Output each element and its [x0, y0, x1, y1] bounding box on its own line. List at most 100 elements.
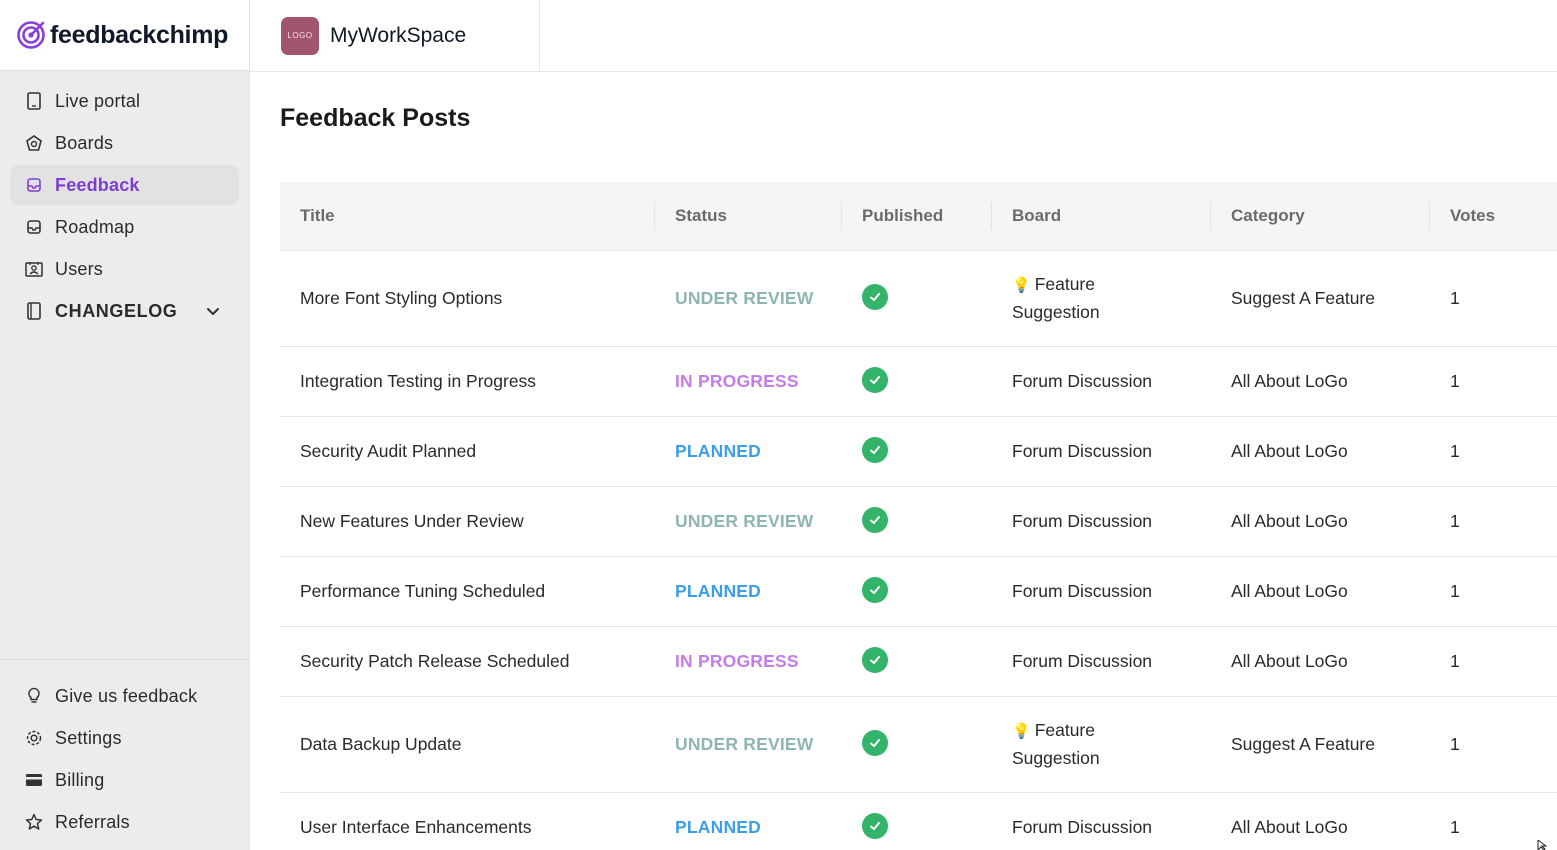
sidebar-item-referrals[interactable]: Referrals [10, 802, 239, 842]
roadmap-icon [25, 218, 43, 236]
sidebar-item-users[interactable]: Users [10, 249, 239, 289]
workspace-name: MyWorkSpace [330, 23, 467, 47]
board-cell: Forum Discussion [992, 485, 1211, 556]
category-cell: Suggest A Feature [1211, 695, 1430, 792]
post-title[interactable]: New Features Under Review [280, 485, 655, 556]
column-header-board[interactable]: Board [992, 182, 1211, 250]
published-cell [842, 625, 992, 696]
sidebar-item-label: Settings [55, 727, 122, 748]
boards-icon [25, 134, 43, 152]
column-header-votes[interactable]: Votes [1430, 182, 1557, 250]
sidebar-item-billing[interactable]: Billing [10, 760, 239, 800]
users-icon [25, 260, 43, 278]
table-row[interactable]: Integration Testing in Progress IN PROGRE… [280, 345, 1557, 416]
column-header-title[interactable]: Title [280, 182, 655, 250]
sidebar-item-settings[interactable]: Settings [10, 718, 239, 758]
published-cell [842, 345, 992, 416]
column-header-published[interactable]: Published [842, 182, 992, 250]
chevron-down-icon[interactable] [205, 303, 221, 319]
table-row[interactable]: Data Backup Update UNDER REVIEW 💡 Feature Su… [280, 695, 1557, 792]
post-title[interactable]: Security Patch Release Scheduled [280, 625, 655, 696]
post-title[interactable]: Performance Tuning Scheduled [280, 555, 655, 626]
sidebar-item-label: Live portal [55, 90, 141, 111]
table-row[interactable]: Security Audit Planned PLANNED Forum Discu… [280, 415, 1557, 486]
gear-icon [25, 729, 43, 747]
published-check-icon [862, 506, 888, 533]
column-header-status[interactable]: Status [655, 182, 842, 250]
published-cell [842, 249, 992, 346]
sidebar-item-give-feedback[interactable]: Give us feedback [10, 676, 239, 716]
sidebar-item-roadmap[interactable]: Roadmap [10, 207, 239, 247]
votes-cell: 1 [1430, 695, 1557, 792]
star-icon [25, 813, 43, 831]
sidebar-item-boards[interactable]: Boards [10, 123, 239, 163]
post-title[interactable]: Integration Testing in Progress [280, 345, 655, 416]
sidebar-item-label: Users [55, 258, 104, 279]
published-check-icon [862, 366, 888, 393]
lightbulb-emoji-icon: 💡 [1012, 722, 1031, 740]
status-badge: IN PROGRESS [655, 625, 842, 696]
published-check-icon [862, 436, 888, 463]
feedback-table: Title Status Published Board Category Vo… [280, 182, 1557, 850]
status-badge: PLANNED [655, 791, 842, 850]
board-cell: 💡 Feature Suggestion [992, 695, 1211, 792]
workspace-switcher[interactable]: LOGO MyWorkSpace [250, 0, 540, 71]
sidebar-item-live-portal[interactable]: Live portal [10, 81, 239, 121]
published-check-icon [862, 576, 888, 603]
board-cell: Forum Discussion [992, 625, 1211, 696]
board-cell: Forum Discussion [992, 415, 1211, 486]
published-check-icon [862, 729, 888, 756]
sidebar-item-label: Feedback [55, 174, 140, 195]
published-cell [842, 695, 992, 792]
status-badge: PLANNED [655, 555, 842, 626]
category-cell: All About LoGo [1211, 625, 1430, 696]
card-icon [25, 771, 43, 789]
table-row[interactable]: User Interface Enhancements PLANNED Forum … [280, 791, 1557, 850]
sidebar-bottom-nav: Give us feedback Settings Billing Referr… [0, 659, 249, 850]
sidebar-item-changelog[interactable]: CHANGELOG [10, 291, 239, 331]
category-cell: All About LoGo [1211, 415, 1430, 486]
brand-logo[interactable]: feedbackchimp [0, 0, 249, 71]
published-check-icon [862, 283, 888, 310]
table-row[interactable]: More Font Styling Options UNDER REVIEW 💡 Fe… [280, 249, 1557, 346]
book-icon [25, 302, 43, 320]
workspace-logo: LOGO [281, 16, 319, 55]
page-title: Feedback Posts [280, 104, 471, 132]
board-cell: 💡 Feature Suggestion [992, 249, 1211, 346]
sidebar-item-label: Give us feedback [55, 685, 198, 706]
category-cell: All About LoGo [1211, 345, 1430, 416]
votes-cell: 1 [1430, 485, 1557, 556]
mouse-cursor-icon [1537, 840, 1548, 850]
lightbulb-emoji-icon: 💡 [1012, 276, 1031, 294]
category-cell: All About LoGo [1211, 485, 1430, 556]
votes-cell: 1 [1430, 555, 1557, 626]
published-cell [842, 791, 992, 850]
published-cell [842, 415, 992, 486]
sidebar-item-label: Boards [55, 132, 114, 153]
sidebar-nav: Live portal Boards Feedback Roadmap User… [0, 71, 249, 331]
category-cell: Suggest A Feature [1211, 249, 1430, 346]
table-row[interactable]: Performance Tuning Scheduled PLANNED Forum… [280, 555, 1557, 626]
sidebar-item-label: Referrals [55, 811, 130, 832]
column-header-category[interactable]: Category [1211, 182, 1430, 250]
published-cell [842, 555, 992, 626]
category-cell: All About LoGo [1211, 791, 1430, 850]
table-row[interactable]: New Features Under Review UNDER REVIEW For… [280, 485, 1557, 556]
sidebar-item-feedback[interactable]: Feedback [10, 165, 239, 205]
post-title[interactable]: More Font Styling Options [280, 249, 655, 346]
post-title[interactable]: User Interface Enhancements [280, 791, 655, 850]
votes-cell: 1 [1430, 345, 1557, 416]
votes-cell: 1 [1430, 415, 1557, 486]
post-title[interactable]: Data Backup Update [280, 695, 655, 792]
status-badge: UNDER REVIEW [655, 249, 842, 346]
votes-cell: 1 [1430, 249, 1557, 346]
post-title[interactable]: Security Audit Planned [280, 415, 655, 486]
status-badge: UNDER REVIEW [655, 485, 842, 556]
lightbulb-icon [25, 687, 43, 705]
board-cell: Forum Discussion [992, 555, 1211, 626]
status-badge: IN PROGRESS [655, 345, 842, 416]
board-cell: Forum Discussion [992, 791, 1211, 850]
top-bar: LOGO MyWorkSpace [250, 0, 1557, 72]
published-cell [842, 485, 992, 556]
table-row[interactable]: Security Patch Release Scheduled IN PROGR… [280, 625, 1557, 696]
